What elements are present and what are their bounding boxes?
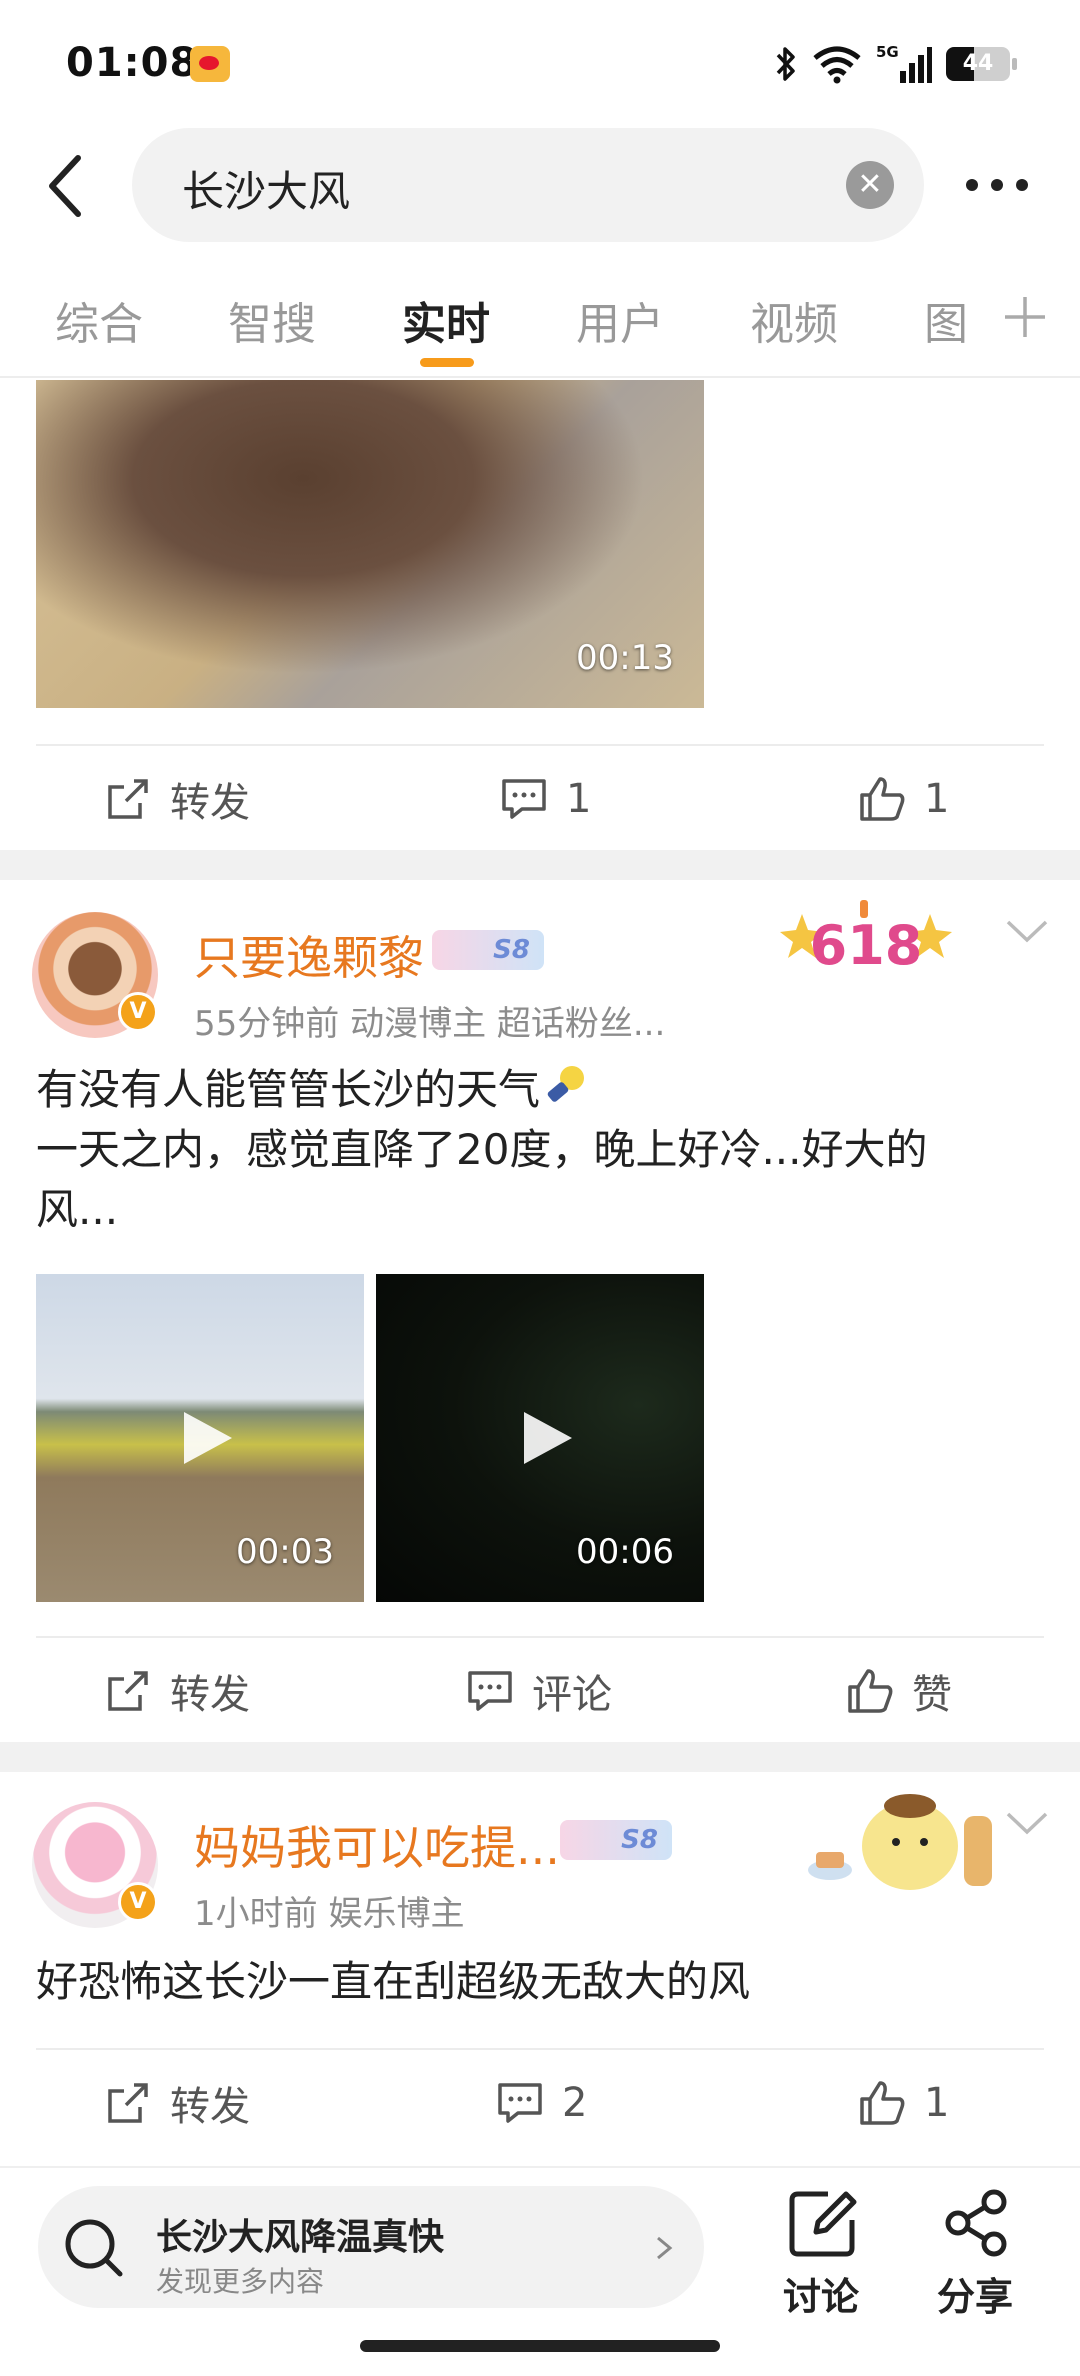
lightbulb-emoji-icon <box>547 1066 585 1102</box>
repost-button[interactable]: 转发 <box>104 1666 250 1718</box>
post-body[interactable]: 好恐怖这长沙一直在刮超级无敌大的风 <box>36 1952 1046 2012</box>
comment-icon <box>502 779 546 819</box>
post-menu-chevron-icon[interactable] <box>1004 916 1050 946</box>
post-text-line: 有没有人能管管长沙的天气 <box>36 1060 1046 1120</box>
like-count: 1 <box>924 776 950 822</box>
thumbs-up-icon <box>860 2081 905 2125</box>
bluetooth-icon <box>776 47 795 81</box>
comment-count: 1 <box>566 776 592 822</box>
video-thumbnail[interactable]: 00:06 <box>376 1274 704 1602</box>
like-button[interactable]: 1 <box>858 774 949 824</box>
repost-icon <box>108 1671 148 1711</box>
thumbs-up-icon <box>848 1669 893 1713</box>
active-tab-indicator <box>420 358 474 367</box>
post-separator <box>0 850 1080 880</box>
hot-search-suggestion[interactable]: 长沙大风降温真快 发现更多内容 <box>38 2186 704 2308</box>
more-options-icon[interactable] <box>962 170 1032 200</box>
wifi-icon <box>813 46 861 84</box>
clear-search-icon[interactable]: ✕ <box>846 161 894 209</box>
discuss-button[interactable]: 讨论 <box>766 2188 876 2328</box>
tab-users[interactable]: 用户 <box>576 288 664 352</box>
post-text-line: 好恐怖这长沙一直在刮超级无敌大的风 <box>36 1957 751 2006</box>
tab-comprehensive[interactable]: 综合 <box>55 288 143 352</box>
edit-icon <box>789 2191 857 2257</box>
video-duration: 00:06 <box>576 1532 674 1572</box>
post-meta: 1小时前 娱乐博主 <box>194 1894 465 1934</box>
add-tab-icon[interactable] <box>1000 292 1050 342</box>
comment-button[interactable]: 1 <box>500 774 591 824</box>
post-username[interactable]: 妈妈我可以吃提... <box>194 1812 560 1878</box>
repost-button[interactable]: 转发 <box>104 2078 250 2130</box>
battery-level: 44 <box>962 51 994 76</box>
tab-realtime[interactable]: 实时 <box>402 288 490 352</box>
status-bar: 01:08 5G 44 <box>0 0 1080 128</box>
status-icons: 5G 44 <box>774 42 1017 86</box>
fan-level-badge: S8 <box>432 930 544 970</box>
comment-icon <box>468 1671 512 1711</box>
comment-icon <box>498 2083 542 2123</box>
repost-label: 转发 <box>170 780 250 826</box>
post-actions: 转发 评论 赞 <box>0 1638 1080 1742</box>
tab-images[interactable]: 图 <box>924 288 968 352</box>
repost-icon <box>108 779 148 819</box>
comment-label: 评论 <box>532 1672 612 1718</box>
video-thumbnail[interactable]: 00:13 <box>36 380 704 708</box>
decoration-618-icon: 618 <box>780 900 952 976</box>
post-actions: 转发 2 1 <box>0 2050 1080 2154</box>
discuss-label: 讨论 <box>782 2275 859 2319</box>
tab-videos[interactable]: 视频 <box>750 288 838 352</box>
comment-button[interactable]: 评论 <box>466 1666 612 1718</box>
share-icon <box>945 2189 1007 2257</box>
like-label: 赞 <box>912 1672 952 1718</box>
fan-level-badge: S8 <box>560 1820 672 1860</box>
post-body[interactable]: 有没有人能管管长沙的天气 一天之内，感觉直降了20度，晚上好冷...好大的 风.… <box>36 1060 1046 1240</box>
comment-count: 2 <box>562 2080 588 2126</box>
post-text-line: 风... <box>36 1185 119 1234</box>
search-tabs: 综合 智搜 实时 用户 视频 图 <box>0 270 1080 378</box>
svg-text:5G: 5G <box>876 43 899 61</box>
repost-label: 转发 <box>170 2084 250 2130</box>
search-results-feed: 00:13 转发 1 1 V 只要逸颗黎 S8 618 55分钟前 动漫博主 超… <box>0 380 1080 2166</box>
comment-button[interactable]: 2 <box>496 2078 587 2128</box>
pompompurin-decoration-icon <box>808 1794 992 1890</box>
weibo-notification-icon <box>190 46 230 82</box>
repost-icon <box>108 2083 148 2123</box>
play-icon <box>184 1412 232 1464</box>
decoration-618-text: 618 <box>810 914 923 976</box>
video-duration: 00:13 <box>576 638 674 678</box>
repost-label: 转发 <box>170 1672 250 1718</box>
signal-5g-icon: 5G <box>876 43 932 83</box>
video-thumbnail[interactable]: 00:03 <box>36 1274 364 1602</box>
battery-icon: 44 <box>946 47 1017 81</box>
search-query[interactable]: 长沙大风 <box>182 158 350 219</box>
thumbs-up-icon <box>860 777 905 821</box>
like-count: 1 <box>924 2080 950 2126</box>
home-indicator[interactable] <box>360 2340 720 2352</box>
like-button[interactable]: 1 <box>858 2078 949 2128</box>
chevron-right-icon <box>657 2236 673 2260</box>
play-icon <box>524 1412 572 1464</box>
hot-search-subtitle: 发现更多内容 <box>156 2265 325 2298</box>
share-button[interactable]: 分享 <box>920 2188 1030 2328</box>
share-label: 分享 <box>936 2275 1013 2319</box>
back-arrow-icon[interactable] <box>38 150 94 222</box>
search-input[interactable]: 长沙大风 ✕ <box>132 128 924 242</box>
search-icon <box>65 2219 123 2277</box>
repost-button[interactable]: 转发 <box>104 774 250 826</box>
verified-badge-icon: V <box>118 992 158 1032</box>
post-menu-chevron-icon[interactable] <box>1004 1808 1050 1838</box>
like-button[interactable]: 赞 <box>846 1666 952 1718</box>
verified-badge-icon: V <box>118 1882 158 1922</box>
tab-smart-search[interactable]: 智搜 <box>228 288 316 352</box>
video-duration: 00:03 <box>236 1532 334 1572</box>
post-meta: 55分钟前 动漫博主 超话粉丝... <box>194 1004 666 1044</box>
post-actions: 转发 1 1 <box>0 746 1080 850</box>
post-username[interactable]: 只要逸颗黎 <box>194 922 424 988</box>
status-time: 01:08 <box>66 40 199 86</box>
post-separator <box>0 1742 1080 1772</box>
post-text-line: 一天之内，感觉直降了20度，晚上好冷...好大的 <box>36 1125 928 1174</box>
hot-search-title: 长沙大风降温真快 <box>156 2217 445 2258</box>
